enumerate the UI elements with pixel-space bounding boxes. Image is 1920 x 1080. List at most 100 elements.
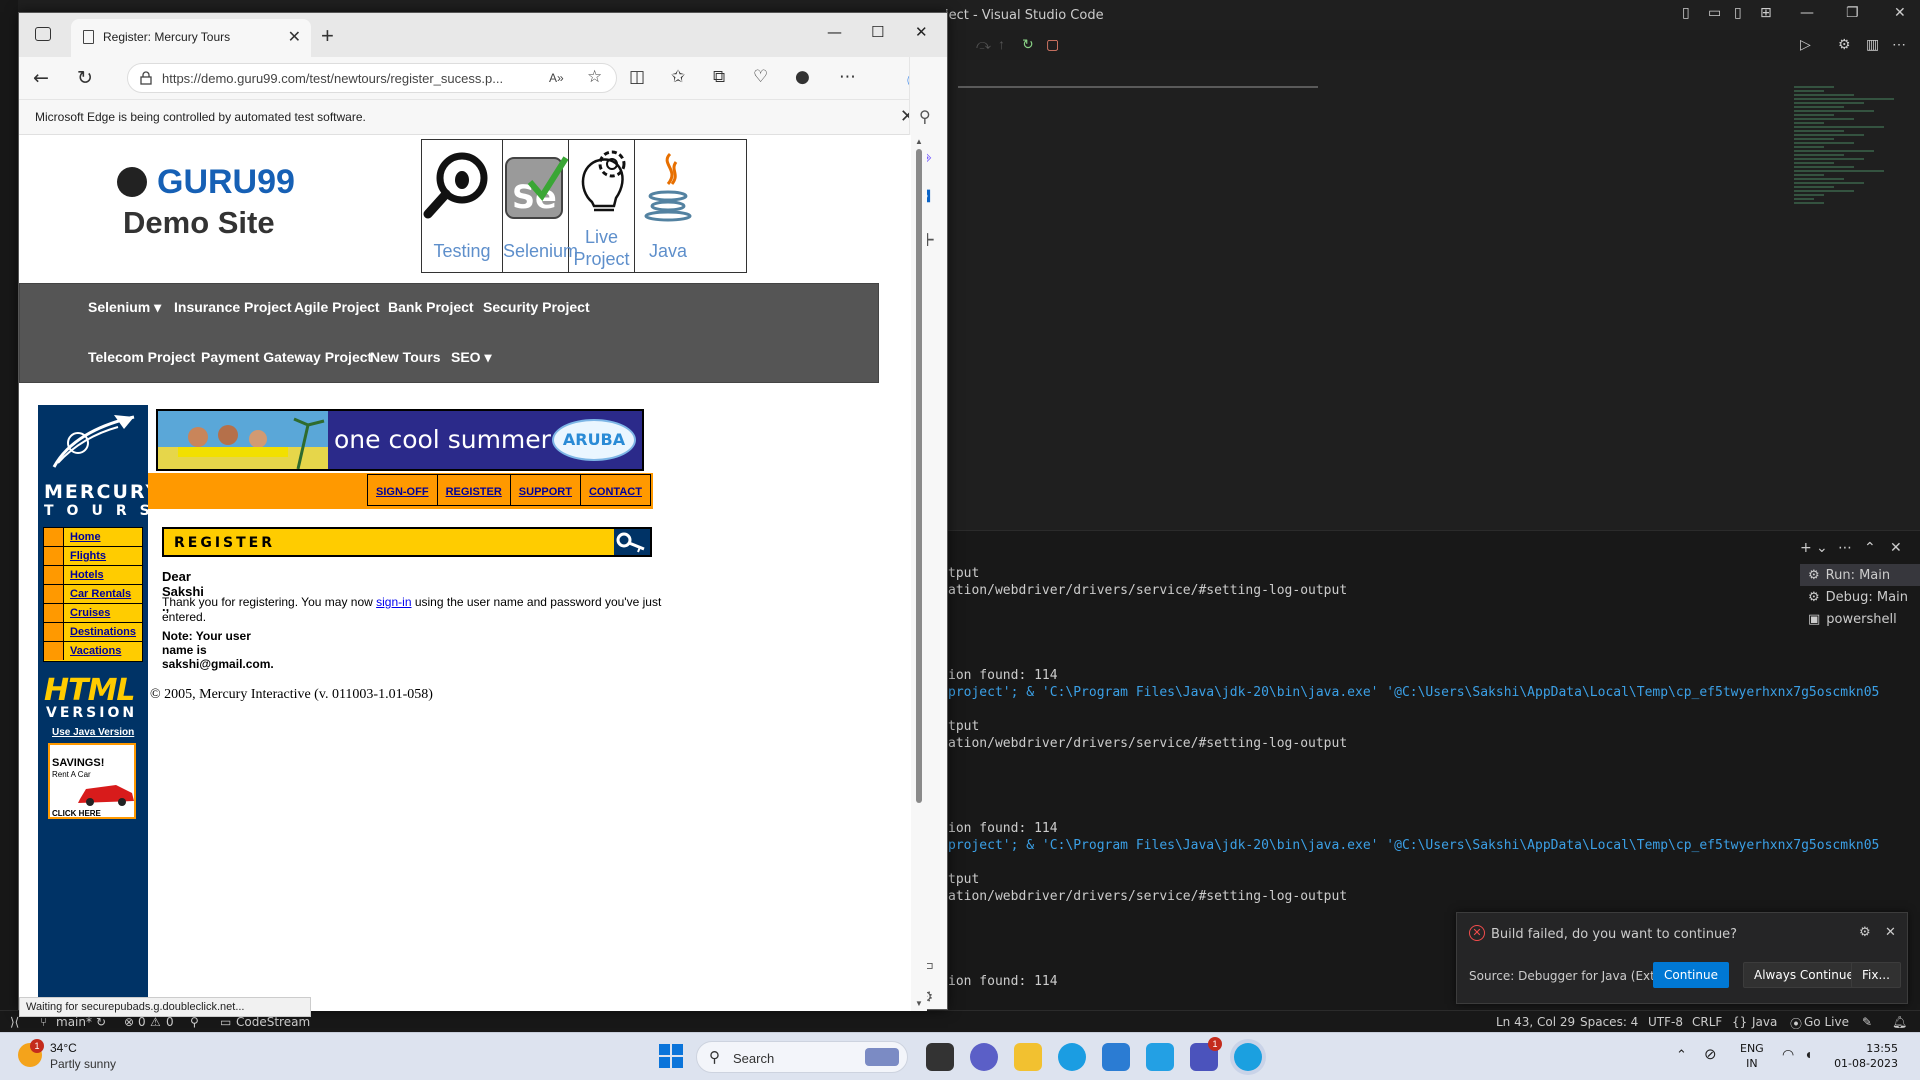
aruba-banner[interactable]: one cool summer ARUBA bbox=[156, 409, 644, 471]
teams-chat-icon[interactable] bbox=[970, 1043, 998, 1071]
remote-icon[interactable]: ⟩⟨ bbox=[10, 1015, 19, 1029]
layout-panel-icon[interactable]: ▭ bbox=[1708, 5, 1721, 21]
vscode-close-icon[interactable]: ✕ bbox=[1894, 5, 1906, 21]
more-actions-icon[interactable]: ⋯ bbox=[1892, 36, 1906, 53]
task-view-icon[interactable] bbox=[926, 1043, 954, 1071]
search-icon[interactable]: ⚲ bbox=[919, 107, 931, 126]
edge-taskbar-icon[interactable] bbox=[1058, 1043, 1086, 1071]
menu-link[interactable]: Home bbox=[70, 531, 101, 543]
split-editor-icon[interactable]: ▥ bbox=[1866, 36, 1879, 53]
problems-count[interactable]: 0 bbox=[138, 1015, 146, 1029]
menu-link[interactable]: Vacations bbox=[70, 645, 121, 657]
step-over-icon[interactable]: ⤼ bbox=[976, 36, 991, 53]
line-ending[interactable]: CRLF bbox=[1692, 1015, 1722, 1029]
back-icon[interactable]: ← bbox=[33, 67, 49, 89]
clock[interactable]: 13:55 01-08-2023 bbox=[1834, 1041, 1898, 1071]
register-link[interactable]: REGISTER bbox=[437, 474, 511, 506]
nav-telecom-project[interactable]: Telecom Project bbox=[88, 349, 195, 365]
volume-icon[interactable]: ◖ bbox=[1804, 1046, 1812, 1062]
profile-icon[interactable]: ● bbox=[795, 67, 810, 87]
collections-icon[interactable]: ⧉ bbox=[713, 67, 725, 87]
menu-link[interactable]: Car Rentals bbox=[70, 588, 131, 600]
network-off-icon[interactable]: ⊘ bbox=[1704, 1045, 1717, 1063]
language-mode[interactable]: Java bbox=[1752, 1015, 1777, 1029]
split-screen-icon[interactable]: ◫ bbox=[629, 67, 645, 87]
menu-link[interactable]: Flights bbox=[70, 550, 106, 562]
nav-seo[interactable]: SEO ▾ bbox=[451, 349, 491, 366]
favorite-star-icon[interactable]: ☆ bbox=[587, 67, 602, 87]
notifications-bell-icon[interactable]: 🔔︎ bbox=[1892, 1015, 1907, 1029]
layout-sidebar-icon[interactable]: ▯ bbox=[1682, 5, 1690, 21]
restart-icon[interactable]: ↻ bbox=[1022, 36, 1034, 53]
maximize-icon[interactable]: ☐ bbox=[871, 23, 884, 41]
sync-icon[interactable]: ↻ bbox=[96, 1015, 106, 1029]
address-bar[interactable]: https://demo.guru99.com/test/newtours/re… bbox=[127, 63, 617, 93]
new-tab-icon[interactable]: + bbox=[321, 23, 334, 49]
notification-close-icon[interactable]: ✕ bbox=[1885, 925, 1896, 940]
browser-essentials-icon[interactable]: ♡ bbox=[753, 67, 768, 87]
new-terminal-icon[interactable]: + bbox=[1800, 540, 1812, 556]
nav-selenium[interactable]: Selenium ▾ bbox=[88, 299, 161, 316]
cursor-position[interactable]: Ln 43, Col 29 bbox=[1496, 1015, 1575, 1029]
read-aloud-icon[interactable]: A» bbox=[549, 71, 564, 85]
taskbar-search[interactable]: ⚲ Search bbox=[696, 1041, 908, 1073]
settings-more-icon[interactable]: ⋯ bbox=[839, 67, 856, 87]
terminal-item-powershell[interactable]: ▣ powershell bbox=[1800, 608, 1920, 630]
file-explorer-icon[interactable] bbox=[1014, 1043, 1042, 1071]
close-panel-icon[interactable]: ✕ bbox=[1890, 540, 1902, 556]
tool-testing[interactable]: Testing bbox=[422, 140, 503, 272]
edge-active-taskbar-icon[interactable] bbox=[1234, 1043, 1262, 1071]
debug-status-icon[interactable]: ⚲ bbox=[190, 1015, 199, 1029]
tool-java[interactable]: Java bbox=[635, 140, 701, 272]
run-icon[interactable]: ▷ bbox=[1800, 36, 1811, 53]
fix-button[interactable]: Fix... bbox=[1851, 962, 1901, 988]
vscode-restore-icon[interactable]: ❐ bbox=[1846, 5, 1859, 21]
savings-ad[interactable]: SAVINGS! Rent A Car CLICK HERE bbox=[48, 743, 136, 819]
menu-link[interactable]: Cruises bbox=[70, 607, 110, 619]
scroll-thumb[interactable] bbox=[916, 149, 922, 803]
warnings-count[interactable]: 0 bbox=[166, 1015, 174, 1029]
sign-in-link[interactable]: sign-in bbox=[376, 595, 411, 609]
minimize-icon[interactable]: — bbox=[827, 23, 842, 41]
tab-close-icon[interactable]: ✕ bbox=[288, 27, 301, 47]
store-icon[interactable] bbox=[1102, 1043, 1130, 1071]
contact-link[interactable]: CONTACT bbox=[580, 474, 651, 506]
go-live-button[interactable]: Go Live bbox=[1804, 1015, 1849, 1029]
customize-layout-icon[interactable]: ⊞ bbox=[1760, 5, 1772, 21]
continue-button[interactable]: Continue bbox=[1653, 962, 1729, 988]
wifi-icon[interactable]: ◠ bbox=[1782, 1046, 1794, 1063]
minimap[interactable] bbox=[1794, 86, 1914, 256]
tool-selenium[interactable]: Se Selenium bbox=[503, 140, 578, 272]
layout-secondary-icon[interactable]: ▯ bbox=[1734, 5, 1742, 21]
step-out-icon[interactable]: ↑ bbox=[998, 36, 1005, 52]
stop-icon[interactable]: ▢ bbox=[1046, 36, 1059, 53]
nav-agile-project[interactable]: Agile Project bbox=[294, 299, 380, 315]
start-button[interactable] bbox=[658, 1043, 684, 1069]
encoding[interactable]: UTF-8 bbox=[1648, 1015, 1683, 1029]
tool-live-project[interactable]: Live Project bbox=[569, 140, 635, 272]
codestream-label[interactable]: CodeStream bbox=[236, 1015, 310, 1029]
branch-name[interactable]: main* bbox=[56, 1015, 92, 1029]
tab-actions-icon[interactable] bbox=[35, 27, 51, 41]
menu-link[interactable]: Hotels bbox=[70, 569, 104, 581]
notification-settings-icon[interactable]: ⚙ bbox=[1859, 925, 1871, 940]
teams-icon[interactable]: 1 bbox=[1190, 1037, 1222, 1071]
terminal-item-debug-main[interactable]: ⚙ Debug: Main bbox=[1800, 586, 1920, 608]
sign-off-link[interactable]: SIGN-OFF bbox=[368, 474, 438, 506]
accounts-icon[interactable]: ✎ bbox=[1862, 1015, 1872, 1029]
debug-icon[interactable]: ⚙ bbox=[1838, 36, 1851, 53]
indentation[interactable]: Spaces: 4 bbox=[1580, 1015, 1638, 1029]
show-hidden-icons[interactable]: ⌃ bbox=[1676, 1047, 1687, 1063]
page-scrollbar[interactable]: ▲ ▼ bbox=[911, 135, 927, 1011]
nav-security-project[interactable]: Security Project bbox=[483, 299, 590, 315]
tab-register-mercury-tours[interactable]: Register: Mercury Tours ✕ bbox=[71, 19, 311, 57]
maximize-panel-icon[interactable]: ⌃ bbox=[1864, 540, 1876, 556]
refresh-icon[interactable]: ↻ bbox=[77, 67, 93, 89]
terminal-dropdown-icon[interactable]: ⌄ bbox=[1816, 540, 1828, 556]
nav-insurance-project[interactable]: Insurance Project bbox=[174, 299, 292, 315]
code-editor[interactable] bbox=[948, 60, 1920, 530]
favorites-icon[interactable]: ✩ bbox=[671, 67, 685, 87]
nav-payment-gateway-project[interactable]: Payment Gateway Project bbox=[201, 349, 372, 365]
use-java-version-link[interactable]: Use Java Version bbox=[52, 727, 134, 738]
support-link[interactable]: SUPPORT bbox=[510, 474, 581, 506]
